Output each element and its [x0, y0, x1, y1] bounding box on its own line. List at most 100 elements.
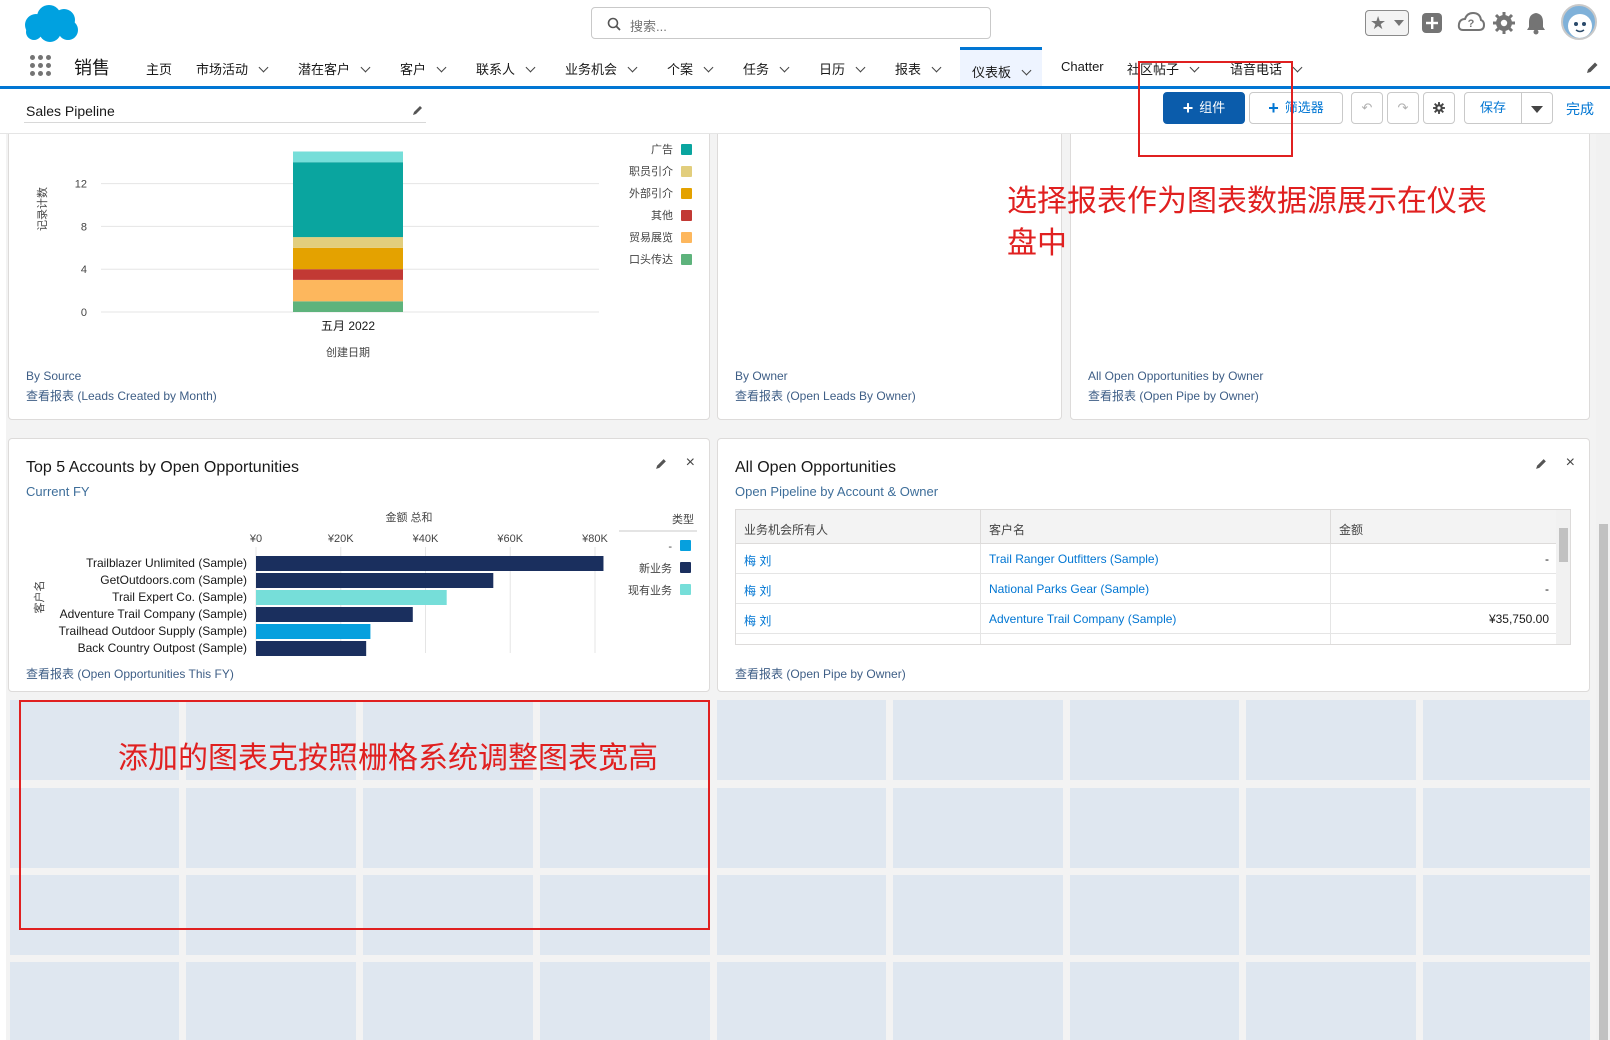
nav-item-calendar[interactable]: 日历 [819, 59, 866, 78]
grid-cell [186, 962, 356, 1040]
salesforce-logo[interactable] [22, 4, 80, 44]
save-menu-button[interactable] [1521, 92, 1553, 124]
view-report-link[interactable]: 查看报表 (Open Pipe by Owner) [735, 665, 906, 682]
chevron-down-icon[interactable] [1292, 62, 1303, 73]
scrollbar-thumb[interactable] [1559, 528, 1568, 562]
table-cell-owner[interactable]: 梅 刘 [736, 604, 981, 634]
nav-item-reports[interactable]: 报表 [895, 59, 942, 78]
nav-item-chatter[interactable]: Chatter [1061, 59, 1104, 74]
bar [256, 607, 413, 622]
nav-item-dashboards[interactable]: 仪表板 [960, 47, 1043, 86]
done-link[interactable]: 完成 [1566, 99, 1594, 119]
dashboard-properties-button[interactable] [1423, 92, 1455, 124]
legend-label: 广告 [651, 143, 673, 156]
dashboard-name-field[interactable]: Sales Pipeline [24, 99, 426, 123]
page-scrollbar[interactable] [1596, 134, 1610, 1040]
pencil-icon[interactable] [412, 104, 424, 116]
close-icon[interactable]: × [1566, 454, 1575, 472]
grid-cell [893, 700, 1063, 780]
user-avatar[interactable] [1561, 4, 1597, 40]
chevron-down-icon[interactable] [360, 62, 371, 73]
legend-swatch [681, 188, 692, 199]
top-5-accounts-card[interactable]: Top 5 Accounts by Open Opportunities Cur… [8, 438, 710, 692]
add-icon[interactable] [1420, 10, 1444, 36]
chevron-down-icon[interactable] [258, 62, 269, 73]
card-title: All Open Opportunities [735, 459, 896, 476]
setup-gear-icon[interactable] [1492, 10, 1516, 36]
grid-cell [1423, 700, 1590, 780]
chevron-down-icon[interactable] [1021, 65, 1032, 76]
save-label: 保存 [1479, 100, 1506, 115]
view-report-link[interactable]: 查看报表 (Open Leads By Owner) [735, 387, 916, 404]
app-launcher-icon[interactable] [30, 55, 52, 77]
redo-button[interactable]: ↷ [1387, 92, 1419, 124]
grid-cell [1246, 962, 1416, 1040]
component-annotation-text: 选择报表作为图表数据源展示在仪表盘中 [1007, 185, 1487, 260]
favorites-dropdown-icon[interactable] [1394, 20, 1404, 26]
column-header-owner[interactable]: 业务机会所有人 [736, 510, 981, 544]
x-tick-label: ¥60K [496, 533, 523, 545]
nav-item-campaigns[interactable]: 市场活动 [196, 59, 269, 78]
edit-nav-pencil-icon[interactable] [1585, 61, 1599, 75]
grid-cell [1423, 788, 1590, 868]
legend-label: 外部引介 [629, 186, 673, 200]
global-search-input[interactable]: 搜索... [591, 7, 991, 39]
by-source-chart-card[interactable]: 0 4 8 12 记录计数 五月 2022 创建日期 广告 职员引介 外部引介 其他 贸易展览 口头传达… [8, 134, 710, 420]
chevron-down-icon[interactable] [703, 62, 714, 73]
y-tick-label: Trailblazer Unlimited (Sample) [86, 556, 247, 570]
legend-swatch [681, 232, 692, 243]
by-owner-chart-card[interactable]: By Owner 查看报表 (Open Leads By Owner) [717, 134, 1062, 420]
table-cell-account[interactable]: Adventure Trail Company (Sample) [981, 604, 1331, 634]
scrollbar-thumb[interactable] [1599, 524, 1608, 1040]
nav-item-cases[interactable]: 个案 [667, 59, 714, 78]
nav-item-opportunities[interactable]: 业务机会 [565, 59, 638, 78]
table-cell-account[interactable]: National Parks Gear (Sample) [981, 574, 1331, 604]
chevron-down-icon[interactable] [436, 62, 447, 73]
legend-swatch [680, 540, 691, 551]
open-pipe-chart-card[interactable]: All Open Opportunities by Owner 查看报表 (Op… [1070, 134, 1590, 420]
save-button[interactable]: 保存 [1464, 92, 1522, 124]
y-axis-label: 记录计数 [36, 187, 49, 231]
grid-cell [717, 788, 886, 868]
y-tick-label: GetOutdoors.com (Sample) [100, 573, 247, 587]
chevron-down-icon[interactable] [525, 62, 536, 73]
chevron-down-icon[interactable] [779, 62, 790, 73]
undo-button[interactable]: ↶ [1351, 92, 1383, 124]
dashboard-name: Sales Pipeline [26, 103, 115, 119]
table-scrollbar[interactable] [1556, 510, 1570, 644]
view-report-link[interactable]: 查看报表 (Open Pipe by Owner) [1088, 387, 1259, 404]
column-header-account[interactable]: 客户名 [981, 510, 1331, 544]
favorites-button-group[interactable]: ★ [1365, 10, 1409, 36]
table-cell-owner[interactable]: 梅 刘 [736, 544, 981, 574]
all-open-opportunities-card[interactable]: All Open Opportunities Open Pipeline by … [717, 438, 1590, 692]
nav-item-tasks[interactable]: 任务 [743, 59, 790, 78]
chevron-down-icon[interactable] [627, 62, 638, 73]
component-annotation-box [1138, 61, 1293, 157]
view-report-link[interactable]: 查看报表 (Open Opportunities This FY) [26, 665, 234, 682]
table-cell-owner[interactable]: 梅 刘 [736, 574, 981, 604]
nav-item-label: 潜在客户 [298, 62, 351, 77]
nav-item-home[interactable]: 主页 [146, 59, 172, 78]
legend-swatch [680, 584, 691, 595]
nav-item-accounts[interactable]: 客户 [400, 59, 447, 78]
favorites-star-icon[interactable]: ★ [1370, 12, 1386, 34]
edit-pencil-icon[interactable] [655, 457, 668, 470]
view-report-link[interactable]: 查看报表 (Leads Created by Month) [26, 387, 217, 404]
nav-item-label: 主页 [146, 62, 173, 77]
y-tick-label: Back Country Outpost (Sample) [78, 641, 247, 655]
nav-item-leads[interactable]: 潜在客户 [298, 59, 371, 78]
notifications-bell-icon[interactable] [1525, 10, 1547, 36]
card-subtitle: Current FY [26, 484, 90, 499]
table-cell-account[interactable]: Trail Ranger Outfitters (Sample) [981, 544, 1331, 574]
nav-item-contacts[interactable]: 联系人 [476, 59, 536, 78]
close-icon[interactable]: × [686, 454, 695, 472]
column-header-amount[interactable]: 金额 [1331, 510, 1558, 544]
nav-item-label: 联系人 [476, 62, 516, 77]
chevron-down-icon[interactable] [931, 62, 942, 73]
edit-pencil-icon[interactable] [1535, 457, 1548, 470]
chevron-down-icon[interactable] [855, 62, 866, 73]
y-tick-label: Adventure Trail Company (Sample) [60, 607, 247, 621]
nav-item-label: 报表 [895, 62, 922, 77]
help-icon[interactable]: ? [1457, 10, 1485, 36]
grid-cell [717, 700, 886, 780]
